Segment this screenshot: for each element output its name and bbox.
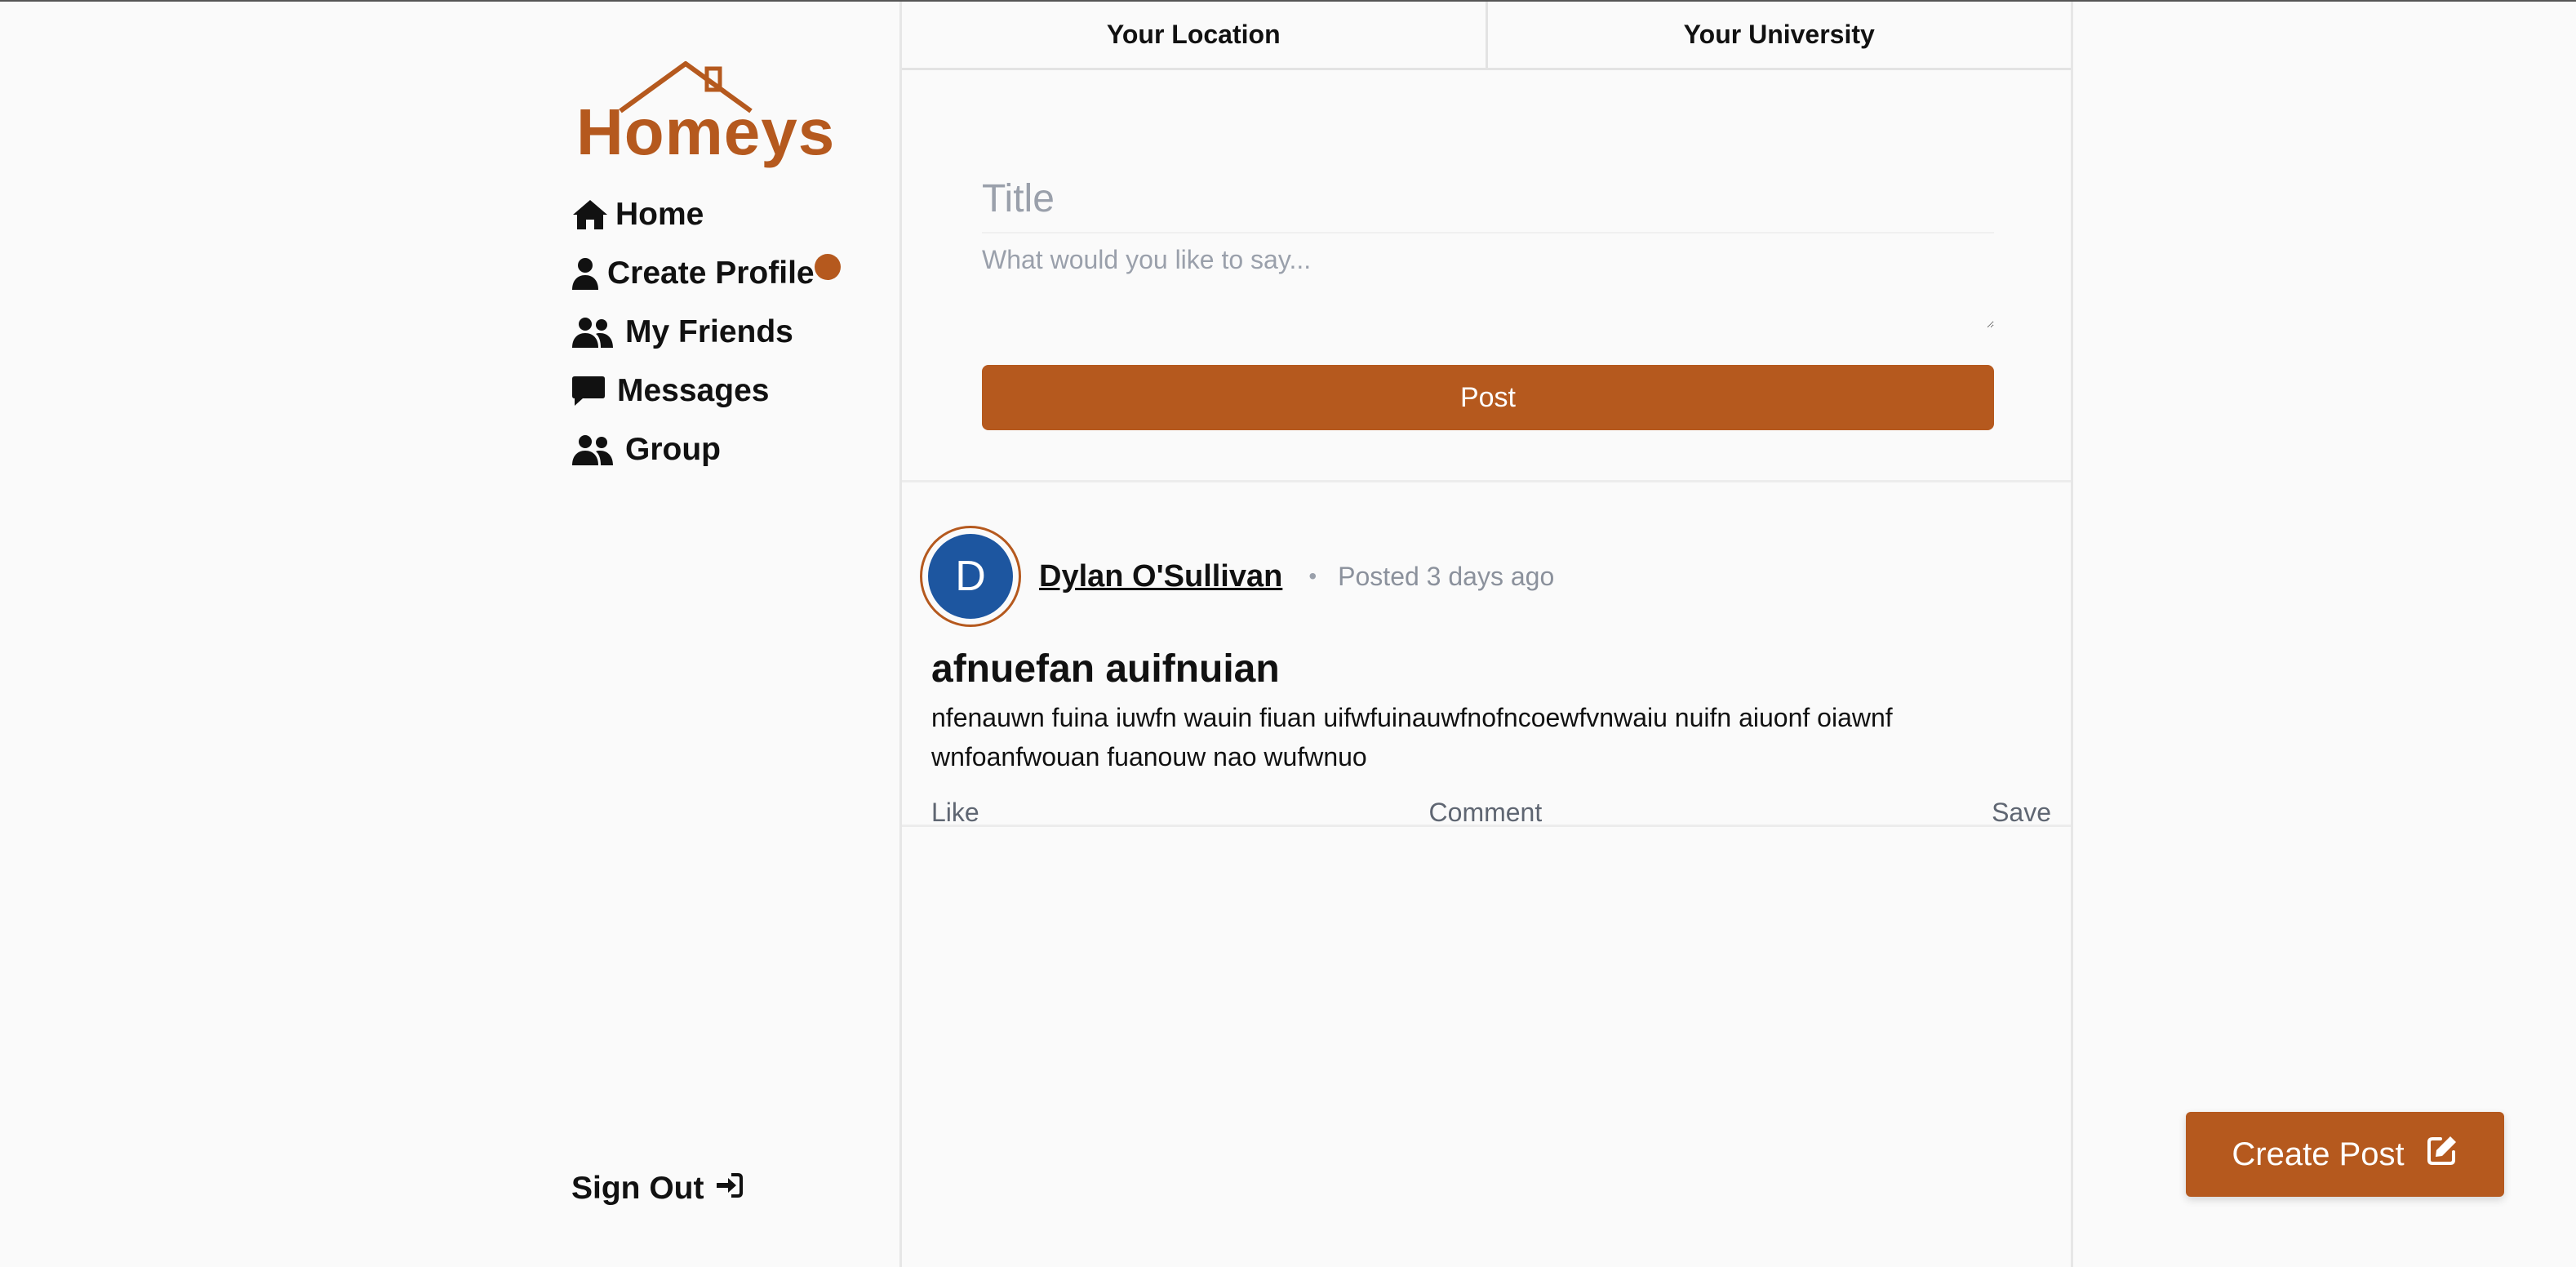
post-header: D Dylan O'Sullivan • Posted 3 days ago: [920, 524, 2051, 629]
post-composer: Post: [982, 165, 1994, 430]
nav-item-home[interactable]: Home: [571, 185, 815, 244]
user-icon: [571, 257, 607, 290]
feed-tabs: Your Location Your University: [902, 2, 2071, 70]
post-button[interactable]: Post: [982, 365, 1994, 430]
feed-post: D Dylan O'Sullivan • Posted 3 days ago a…: [920, 524, 2051, 828]
nav-item-my-friends[interactable]: My Friends: [571, 303, 815, 362]
nav-item-group[interactable]: Group: [571, 420, 815, 479]
comment-button[interactable]: Comment: [1429, 798, 1543, 828]
divider: [902, 480, 2071, 482]
post-author-link[interactable]: Dylan O'Sullivan: [1039, 559, 1282, 594]
like-button[interactable]: Like: [931, 798, 979, 828]
sign-in-arrow-icon: [715, 1171, 744, 1207]
sidebar-nav: Home Create Profile My Friends Messages: [571, 185, 841, 479]
notification-badge: [814, 254, 841, 280]
post-actions: Like Comment Save: [931, 798, 2051, 828]
edit-icon: [2426, 1134, 2458, 1175]
sign-out-button[interactable]: Sign Out: [571, 1171, 744, 1207]
nav-label-home: Home: [615, 197, 704, 232]
post-body: nfenauwn fuina iuwfn wauin fiuan uifwfui…: [931, 703, 1893, 771]
nav-label-create-profile: Create Profile: [607, 256, 815, 291]
nav-label-my-friends: My Friends: [625, 314, 793, 349]
home-icon: [571, 198, 615, 231]
post-body-textarea[interactable]: [982, 233, 1994, 328]
nav-label-messages: Messages: [617, 373, 770, 408]
users-icon: [571, 434, 625, 465]
post-title: afnuefan auifnuian: [931, 647, 1280, 691]
feed-column: Your Location Your University Post D Dyl…: [899, 2, 2073, 1267]
avatar-initial: D: [928, 534, 1013, 619]
tab-your-location[interactable]: Your Location: [902, 2, 1486, 68]
users-icon: [571, 317, 625, 348]
brand-name: Homeys: [576, 96, 836, 168]
nav-item-create-profile[interactable]: Create Profile: [571, 244, 841, 303]
separator-dot: •: [1308, 563, 1317, 589]
homeys-logo[interactable]: Homeys: [571, 59, 834, 173]
create-post-label: Create Post: [2232, 1136, 2405, 1172]
avatar[interactable]: D: [920, 526, 1021, 627]
create-post-button[interactable]: Create Post: [2186, 1112, 2504, 1197]
message-icon: [571, 375, 617, 407]
sign-out-label: Sign Out: [571, 1171, 704, 1206]
sidebar: Homeys Home Create Profile My Friends Me…: [571, 2, 898, 1267]
post-timestamp: Posted 3 days ago: [1338, 561, 1555, 591]
nav-item-messages[interactable]: Messages: [571, 362, 815, 420]
divider: [902, 825, 2071, 827]
post-title-input[interactable]: [982, 165, 1994, 233]
save-button[interactable]: Save: [1992, 798, 2051, 828]
tab-your-university[interactable]: Your University: [1485, 2, 2072, 68]
nav-label-group: Group: [625, 432, 721, 467]
